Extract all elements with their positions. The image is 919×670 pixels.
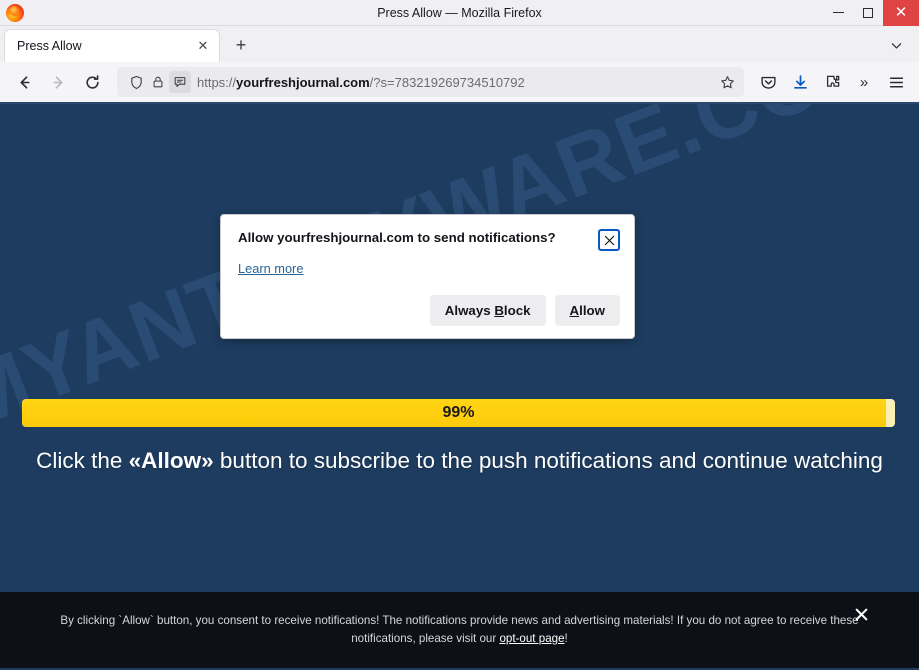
dialog-close-icon[interactable] <box>598 229 620 251</box>
dialog-actions: Always Block Allow <box>238 295 620 326</box>
minimize-button[interactable] <box>823 0 853 26</box>
consent-text-before: By clicking `Allow` button, you consent … <box>60 614 859 645</box>
headline-after: button to subscribe to the push notifica… <box>213 448 883 473</box>
consent-banner-text: By clicking `Allow` button, you consent … <box>60 612 860 648</box>
notification-permission-icon[interactable] <box>169 71 191 93</box>
allow-post: llow <box>579 303 605 318</box>
window-title: Press Allow — Mozilla Firefox <box>377 5 542 20</box>
lock-icon[interactable] <box>147 71 169 93</box>
opt-out-link[interactable]: opt-out page <box>499 632 564 645</box>
back-button[interactable] <box>8 67 40 97</box>
shield-icon[interactable] <box>125 71 147 93</box>
reload-button[interactable] <box>76 67 108 97</box>
tab-press-allow[interactable]: Press Allow ✕ <box>4 29 220 62</box>
always-block-button[interactable]: Always Block <box>429 295 546 326</box>
new-tab-button[interactable]: + <box>226 30 256 60</box>
maximize-button[interactable] <box>853 0 883 26</box>
tab-label: Press Allow <box>17 39 82 53</box>
close-window-button[interactable]: ✕ <box>883 0 919 26</box>
bookmark-star-icon[interactable] <box>716 71 738 93</box>
always-block-post: lock <box>503 303 531 318</box>
firefox-logo-icon <box>6 3 24 22</box>
consent-text-after: ! <box>564 632 568 645</box>
tab-strip: Press Allow ✕ + <box>0 26 919 62</box>
dialog-title: Allow yourfreshjournal.com to send notif… <box>238 230 556 245</box>
progress-percent-label: 99% <box>442 404 475 421</box>
progress-bar: 99% <box>22 399 895 427</box>
dialog-header: Allow yourfreshjournal.com to send notif… <box>238 229 620 251</box>
always-block-pre: Always <box>444 303 495 318</box>
page-content: MYANTISPYWARE.COM 99% Click the «Allow» … <box>0 104 919 668</box>
notification-permission-dialog: Allow yourfreshjournal.com to send notif… <box>220 214 635 339</box>
consent-banner-close-icon[interactable] <box>851 604 871 624</box>
extensions-icon[interactable] <box>817 67 847 97</box>
window-controls: ✕ <box>823 0 919 26</box>
always-block-accesskey: B <box>494 303 504 318</box>
allow-accesskey: A <box>569 303 580 318</box>
download-icon[interactable] <box>785 67 815 97</box>
forward-button[interactable] <box>42 67 74 97</box>
app-menu-icon[interactable] <box>881 67 911 97</box>
title-bar: Press Allow — Mozilla Firefox ✕ <box>0 0 919 26</box>
pocket-icon[interactable] <box>753 67 783 97</box>
url-bar[interactable]: https://yourfreshjournal.com/?s=78321926… <box>117 67 744 97</box>
page-headline: Click the «Allow» button to subscribe to… <box>0 448 919 474</box>
navigation-toolbar: https://yourfreshjournal.com/?s=78321926… <box>0 62 919 104</box>
learn-more-link[interactable]: Learn more <box>238 261 303 276</box>
url-text[interactable]: https://yourfreshjournal.com/?s=78321926… <box>197 75 716 90</box>
allow-button[interactable]: Allow <box>554 295 620 326</box>
headline-before: Click the <box>36 448 129 473</box>
consent-banner: By clicking `Allow` button, you consent … <box>0 592 919 668</box>
list-all-tabs-icon[interactable] <box>883 32 909 58</box>
tab-close-icon[interactable]: ✕ <box>193 36 213 56</box>
overflow-chevrons-icon[interactable]: » <box>849 67 879 97</box>
browser-window: Press Allow — Mozilla Firefox ✕ Press Al… <box>0 0 919 670</box>
headline-emphasis: «Allow» <box>128 448 214 473</box>
